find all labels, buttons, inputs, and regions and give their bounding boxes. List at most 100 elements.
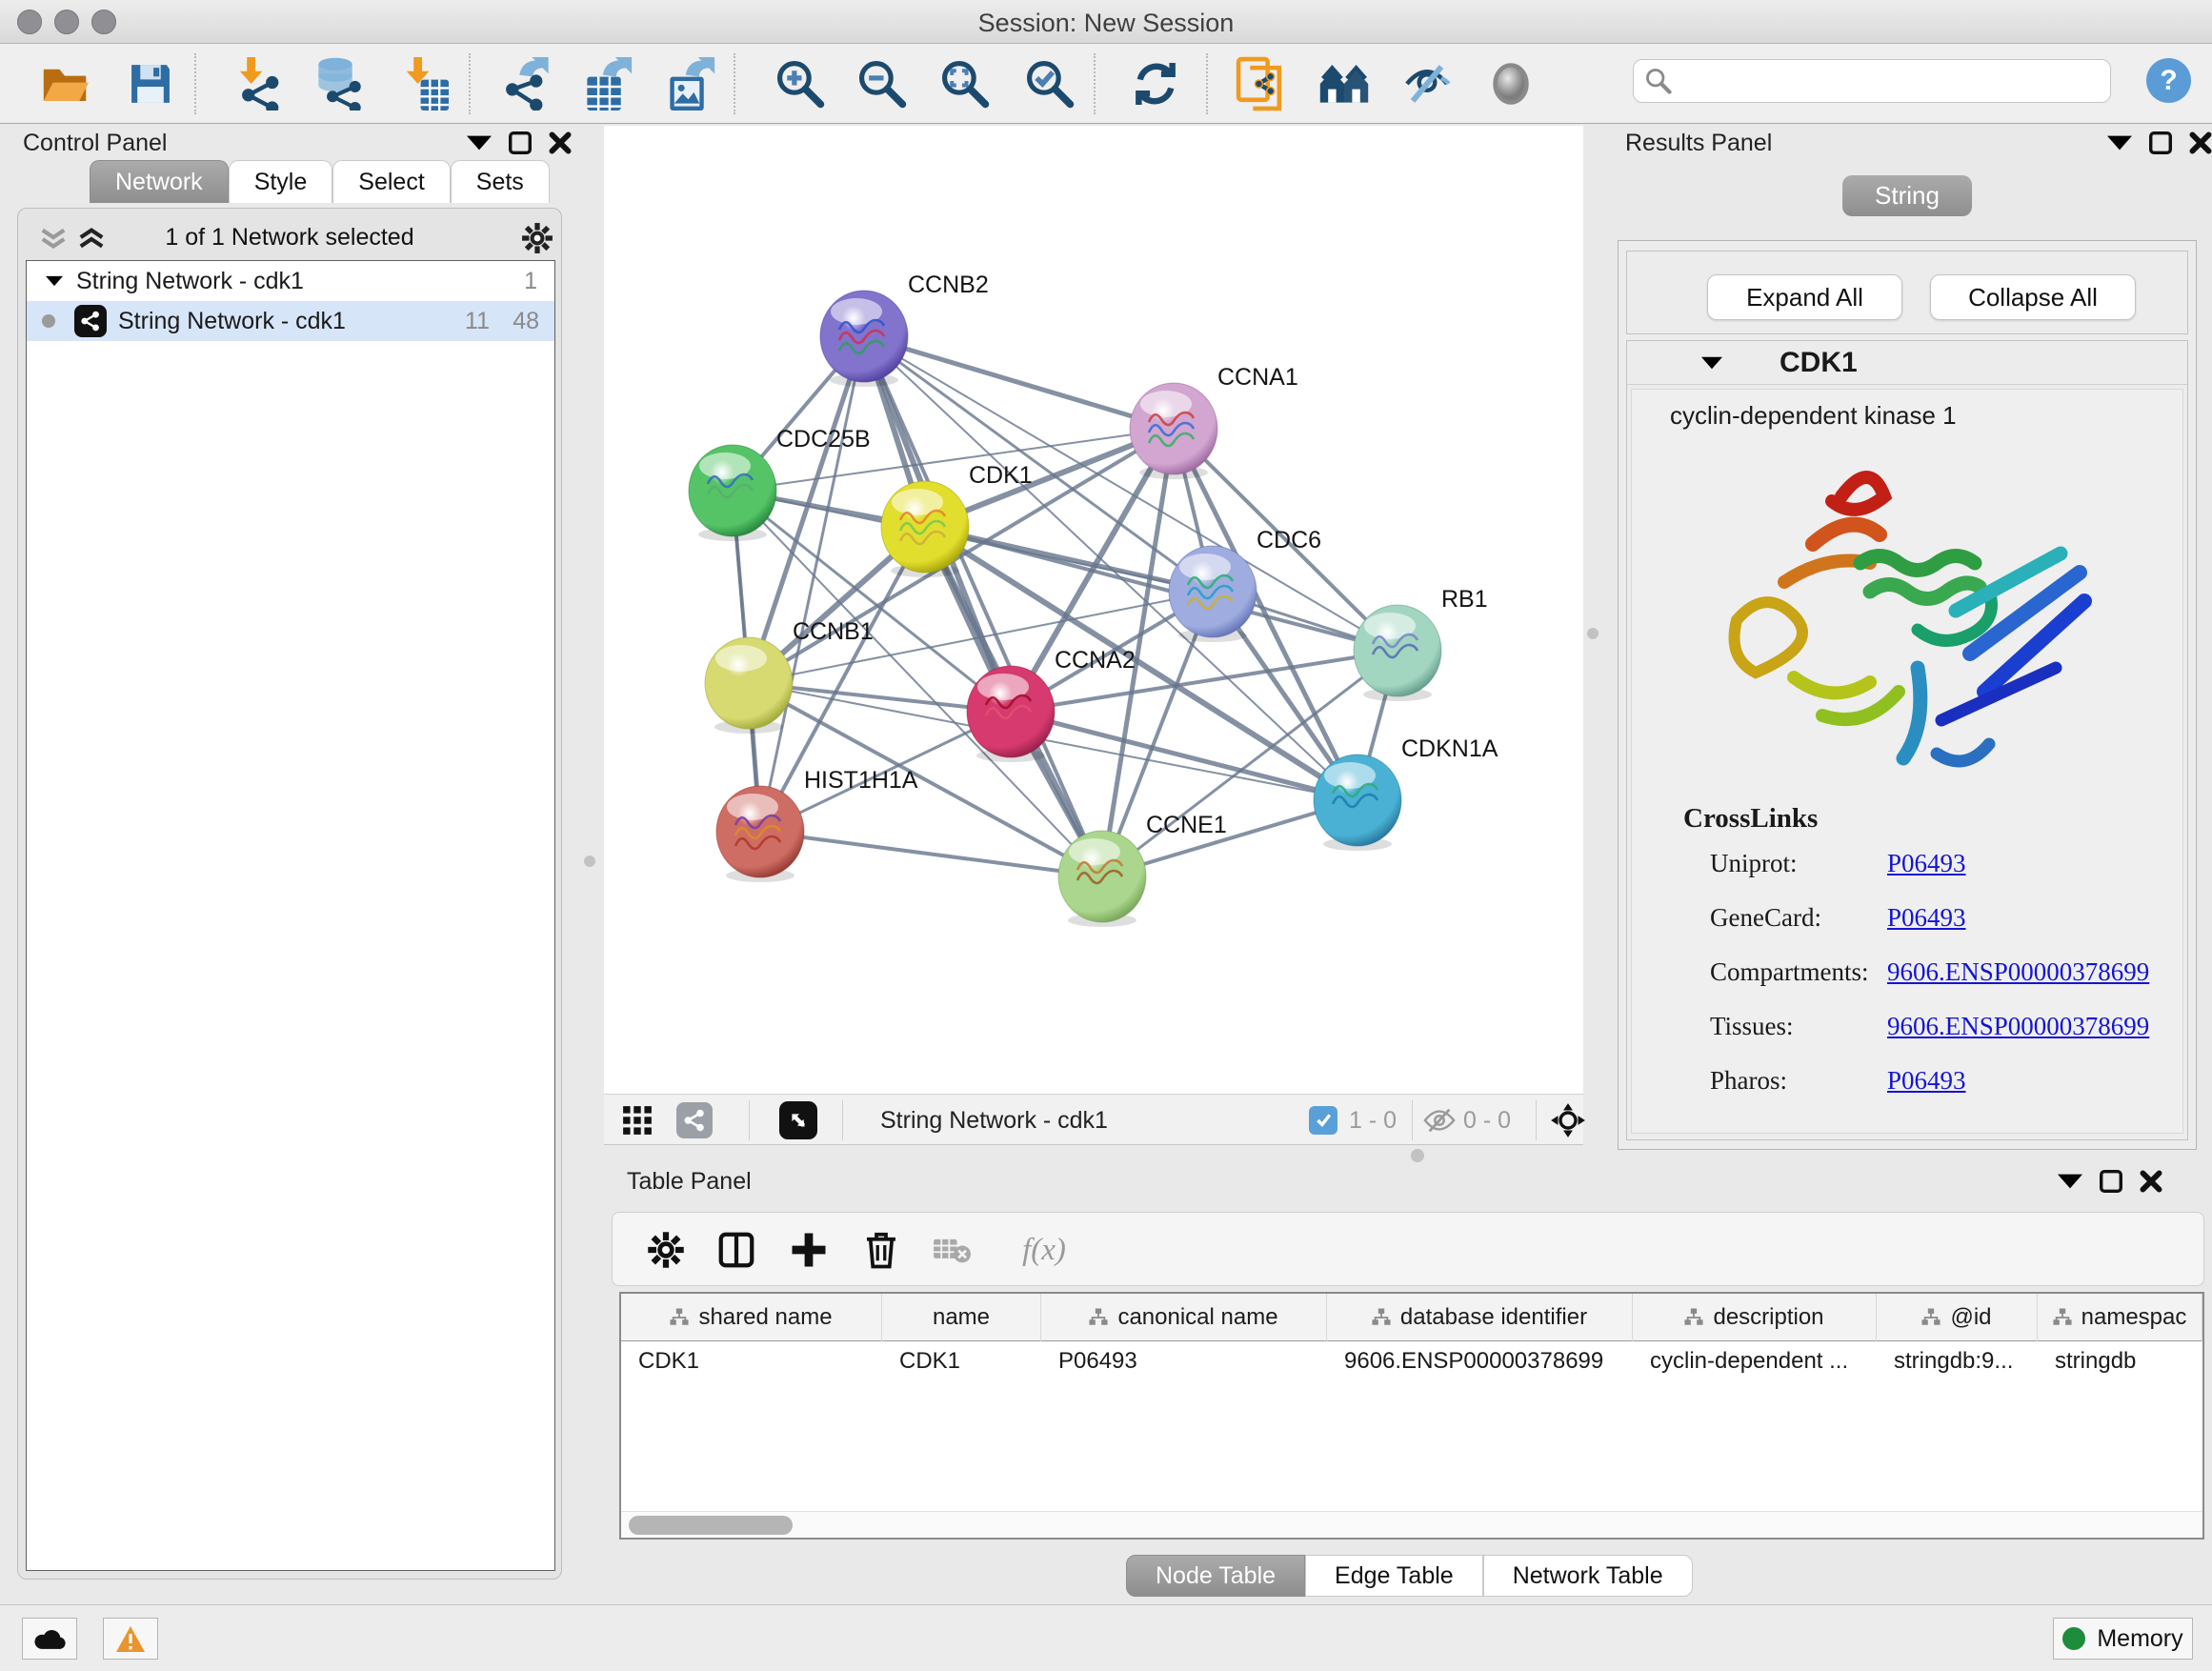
network-node-CCNB2[interactable]: CCNB2: [820, 272, 989, 387]
memory-button[interactable]: Memory: [2053, 1618, 2193, 1660]
zoom-fit-icon[interactable]: [938, 57, 992, 111]
birdseye-toggle-icon[interactable]: [779, 1101, 817, 1139]
float-panel-icon[interactable]: [509, 131, 532, 154]
show-all-networks-icon[interactable]: [1317, 57, 1371, 111]
show-selection-icon[interactable]: [1484, 57, 1538, 111]
tab-edge-table[interactable]: Edge Table: [1305, 1555, 1483, 1597]
table-row[interactable]: CDK1CDK1P064939606.ENSP00000378699cyclin…: [621, 1341, 2202, 1381]
warnings-button[interactable]: [103, 1618, 158, 1660]
table-cell[interactable]: P06493: [1041, 1341, 1327, 1381]
column-header-shared-name[interactable]: shared name: [621, 1294, 882, 1341]
crosslink-link[interactable]: 9606.ENSP00000378699: [1887, 1012, 2149, 1041]
tab-string[interactable]: String: [1842, 175, 1972, 216]
tab-network-table[interactable]: Network Table: [1483, 1555, 1693, 1597]
node-label-CDK1: CDK1: [969, 462, 1033, 489]
gear-icon[interactable]: [521, 222, 553, 254]
import-network-file-icon[interactable]: [231, 57, 285, 111]
network-node-CCNA1[interactable]: CCNA1: [1130, 364, 1298, 479]
zoom-in-icon[interactable]: [774, 57, 827, 111]
toolbar-search[interactable]: [1633, 59, 2111, 103]
zoom-out-icon[interactable]: [855, 57, 909, 111]
network-selection-status: 1 of 1 Network selected: [18, 224, 561, 252]
network-edge-CCNB2-CCNA1[interactable]: [864, 336, 1174, 429]
table-cell[interactable]: CDK1: [621, 1341, 882, 1381]
close-panel-icon[interactable]: [549, 131, 572, 154]
table-cell[interactable]: CDK1: [882, 1341, 1041, 1381]
string-view-icon[interactable]: [676, 1101, 713, 1139]
hide-selection-icon[interactable]: [1400, 57, 1454, 111]
cloud-status-button[interactable]: [22, 1618, 77, 1660]
close-panel-icon[interactable]: [2189, 131, 2212, 154]
help-button[interactable]: ?: [2146, 58, 2191, 103]
column-header-canonical-name[interactable]: canonical name: [1041, 1294, 1327, 1341]
network-node-CDKN1A[interactable]: CDKN1A: [1314, 735, 1498, 851]
network-status-dot: [42, 314, 55, 328]
control-panel: Control Panel NetworkStyleSelectSets 1 o…: [10, 126, 570, 1581]
select-columns-icon[interactable]: [712, 1225, 761, 1275]
hidden-eye-icon[interactable]: [1423, 1101, 1456, 1139]
table-gear-icon[interactable]: [641, 1225, 691, 1275]
float-panel-icon[interactable]: [2100, 1170, 2122, 1193]
panel-menu-icon[interactable]: [2107, 135, 2132, 151]
column-header-description[interactable]: description: [1633, 1294, 1877, 1341]
panel-menu-icon[interactable]: [2058, 1174, 2082, 1189]
table-horizontal-scrollbar[interactable]: [621, 1511, 2202, 1538]
network-row[interactable]: String Network - cdk1 11 48: [27, 301, 554, 341]
network-node-CCNE1[interactable]: CCNE1: [1058, 812, 1227, 927]
column-header-name[interactable]: name: [882, 1294, 1041, 1341]
refresh-layout-icon[interactable]: [1129, 57, 1182, 111]
column-header-namespac[interactable]: namespac: [2038, 1294, 2202, 1341]
node-label-CDC6: CDC6: [1257, 527, 1321, 554]
tab-select[interactable]: Select: [332, 160, 450, 203]
network-edge-HIST1H1A-CCNE1[interactable]: [760, 832, 1102, 876]
table-cell[interactable]: stringdb:9...: [1877, 1341, 2038, 1381]
zoom-selected-icon[interactable]: [1023, 57, 1076, 111]
collection-expanded-icon[interactable]: [46, 275, 63, 287]
network-node-HIST1H1A[interactable]: HIST1H1A: [716, 767, 918, 882]
tab-sets[interactable]: Sets: [451, 160, 550, 203]
add-column-icon[interactable]: [784, 1225, 834, 1275]
panel-menu-icon[interactable]: [467, 135, 492, 151]
right-splitter-handle[interactable]: [1587, 628, 1599, 639]
tab-node-table[interactable]: Node Table: [1126, 1555, 1305, 1597]
clone-network-icon[interactable]: [1234, 57, 1287, 111]
import-network-database-icon[interactable]: [312, 57, 365, 111]
netbar-separator: [749, 1100, 750, 1140]
import-table-file-icon[interactable]: [398, 57, 452, 111]
export-network-icon[interactable]: [498, 57, 552, 111]
save-session-icon[interactable]: [124, 57, 177, 111]
crosslink-link[interactable]: P06493: [1887, 1066, 1966, 1096]
netbar-separator: [1536, 1100, 1537, 1140]
tab-style[interactable]: Style: [229, 160, 333, 203]
selected-nodes-checkbox[interactable]: [1309, 1101, 1337, 1139]
left-splitter-handle[interactable]: [584, 856, 595, 867]
table-cell[interactable]: cyclin-dependent ...: [1633, 1341, 1877, 1381]
delete-column-icon[interactable]: [856, 1225, 906, 1275]
search-input[interactable]: [1679, 68, 2089, 94]
grid-mode-icon[interactable]: [621, 1101, 654, 1139]
export-table-icon[interactable]: [580, 57, 633, 111]
network-edge-CCNB2-CCNE1[interactable]: [864, 336, 1102, 876]
center-view-icon[interactable]: [1551, 1101, 1585, 1139]
scrollbar-thumb[interactable]: [629, 1516, 793, 1535]
column-header--id[interactable]: @id: [1877, 1294, 2038, 1341]
network-node-CCNB1[interactable]: CCNB1: [705, 618, 874, 734]
crosslink-link[interactable]: P06493: [1887, 903, 1966, 933]
crosslink-link[interactable]: 9606.ENSP00000378699: [1887, 957, 2149, 987]
network-collection-row[interactable]: String Network - cdk1 1: [27, 261, 554, 301]
tab-network[interactable]: Network: [90, 160, 229, 203]
expand-all-button[interactable]: Expand All: [1707, 274, 1902, 320]
close-panel-icon[interactable]: [2140, 1170, 2162, 1193]
network-canvas[interactable]: CCNB2CCNA1CDC25BCDK1CDC6RB1CCNB1CCNA2CDK…: [604, 126, 1583, 1094]
network-node-RB1[interactable]: RB1: [1354, 586, 1488, 701]
export-image-icon[interactable]: [663, 57, 716, 111]
float-panel-icon[interactable]: [2149, 131, 2172, 154]
cdk1-entry-header[interactable]: CDK1: [1627, 341, 2187, 385]
column-header-database-identifier[interactable]: database identifier: [1327, 1294, 1633, 1341]
entry-expanded-icon[interactable]: [1701, 356, 1722, 370]
collapse-all-button[interactable]: Collapse All: [1930, 274, 2136, 320]
table-cell[interactable]: 9606.ENSP00000378699: [1327, 1341, 1633, 1381]
crosslink-link[interactable]: P06493: [1887, 849, 1966, 878]
table-cell[interactable]: stringdb: [2038, 1341, 2202, 1381]
open-session-icon[interactable]: [38, 57, 91, 111]
